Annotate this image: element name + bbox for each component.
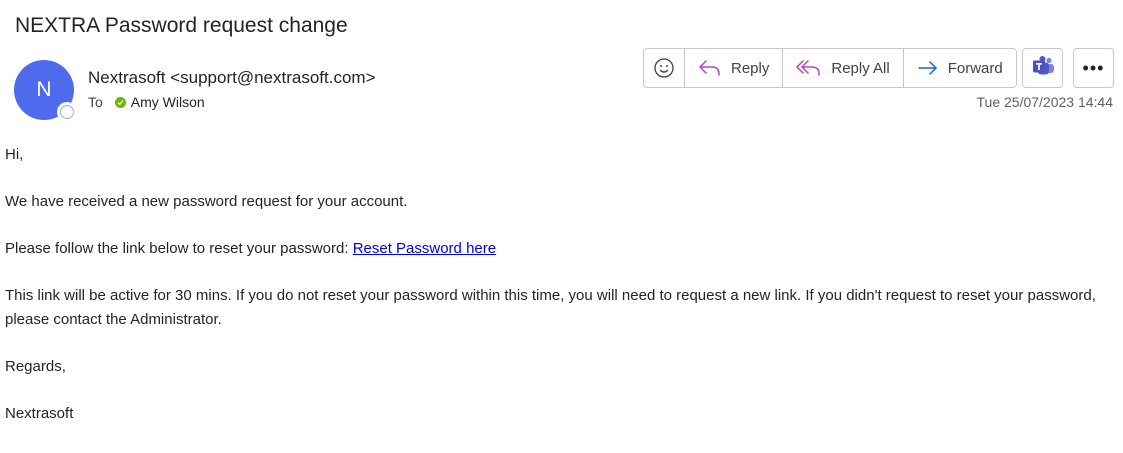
sent-date: Tue 25/07/2023 14:44 <box>976 94 1114 110</box>
email-subject: NEXTRA Password request change <box>15 14 348 37</box>
to-label: To <box>88 94 103 110</box>
forward-arrow-icon <box>917 59 939 77</box>
reply-button[interactable]: Reply <box>685 49 784 87</box>
email-body: Hi, We have received a new password requ… <box>5 143 1115 449</box>
body-paragraph: We have received a new password request … <box>5 193 408 210</box>
teams-chat-button[interactable] <box>1022 48 1063 88</box>
message-actions-toolbar: Reply Reply All Forward <box>643 48 1017 88</box>
emoji-smile-icon <box>653 57 675 79</box>
reply-icon <box>698 58 722 78</box>
closing-text: Regards, <box>5 358 66 375</box>
email-reading-pane: NEXTRA Password request change N Nextras… <box>0 0 1123 453</box>
recipients-line: To Amy Wilson <box>88 94 205 110</box>
presence-status-icon <box>57 102 77 122</box>
reset-password-link[interactable]: Reset Password here <box>353 240 496 257</box>
signature-text: Nextrasoft <box>5 405 74 422</box>
emoji-reaction-button[interactable] <box>644 49 685 87</box>
forward-button[interactable]: Forward <box>904 49 1016 87</box>
avatar-initial: N <box>36 78 52 101</box>
body-paragraph-link: Please follow the link below to reset yo… <box>5 237 1115 261</box>
reply-label: Reply <box>731 59 770 77</box>
reply-all-button[interactable]: Reply All <box>783 49 904 87</box>
teams-icon <box>1031 54 1055 83</box>
forward-label: Forward <box>947 59 1003 77</box>
reply-all-label: Reply All <box>831 59 890 77</box>
available-status-icon <box>114 96 126 108</box>
greeting-text: Hi, <box>5 146 24 163</box>
reply-all-icon <box>796 58 822 78</box>
more-icon: ••• <box>1082 57 1105 78</box>
sender-name[interactable]: Nextrasoft <support@nextrasoft.com> <box>88 68 376 88</box>
more-actions-button[interactable]: ••• <box>1073 48 1114 88</box>
recipient-name[interactable]: Amy Wilson <box>131 94 205 110</box>
body-paragraph: This link will be active for 30 mins. If… <box>5 287 1096 328</box>
link-intro-text: Please follow the link below to reset yo… <box>5 240 353 257</box>
